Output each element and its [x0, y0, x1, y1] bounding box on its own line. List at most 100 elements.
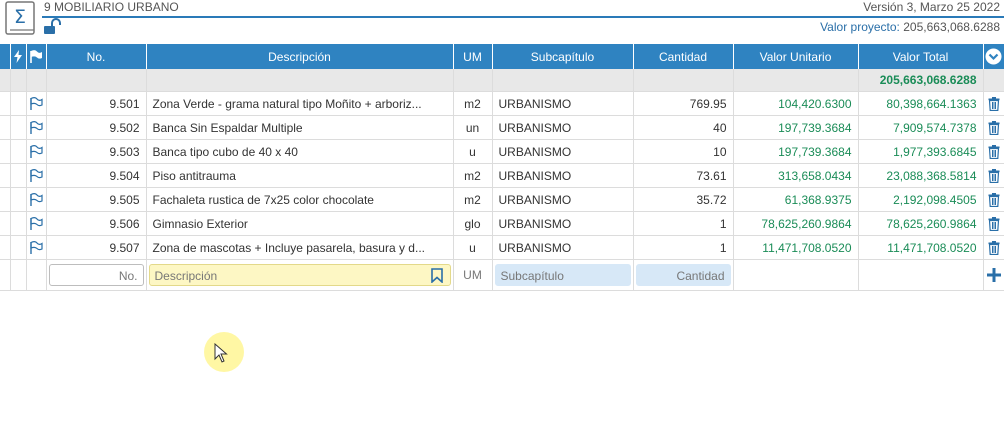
row-cantidad[interactable]: 769.95 — [633, 91, 734, 116]
table-row[interactable]: 9.502 Banca Sin Espaldar Multiple un URBANI… — [0, 115, 1004, 140]
trash-icon[interactable] — [983, 187, 1004, 212]
row-status-cell — [10, 91, 27, 116]
table-row[interactable]: 9.506 Gimnasio Exterior glo URBANISMO 1 78,62… — [0, 211, 1004, 236]
flag-icon[interactable] — [26, 235, 47, 260]
row-selector[interactable] — [0, 139, 11, 164]
row-cantidad[interactable]: 10 — [633, 139, 734, 164]
row-um[interactable]: un — [453, 115, 493, 140]
row-subcapitulo[interactable]: URBANISMO — [492, 235, 634, 260]
new-descripcion-placeholder: Descripción — [154, 269, 218, 283]
row-status-cell — [10, 139, 27, 164]
row-um[interactable]: u — [453, 235, 493, 260]
flag-icon[interactable] — [26, 44, 47, 69]
col-header-descripcion[interactable]: Descripción — [146, 44, 454, 69]
row-no[interactable]: 9.504 — [46, 163, 147, 188]
row-um[interactable]: m2 — [453, 187, 493, 212]
row-selector[interactable] — [0, 91, 11, 116]
col-header-um[interactable]: UM — [453, 44, 493, 69]
trash-icon[interactable] — [983, 91, 1004, 116]
row-no[interactable]: 9.501 — [46, 91, 147, 116]
row-valor-unitario[interactable]: 313,658.0434 — [733, 163, 859, 188]
row-selector[interactable] — [0, 211, 11, 236]
row-subcapitulo[interactable]: URBANISMO — [492, 91, 634, 116]
row-valor-unitario[interactable]: 104,420.6300 — [733, 91, 859, 116]
row-um[interactable]: m2 — [453, 163, 493, 188]
col-header-valor-unitario[interactable]: Valor Unitario — [733, 44, 859, 69]
row-descripcion[interactable]: Piso antitrauma — [146, 163, 454, 188]
row-descripcion[interactable]: Banca tipo cubo de 40 x 40 — [146, 139, 454, 164]
row-valor-total: 2,192,098.4505 — [858, 187, 984, 212]
flag-icon[interactable] — [26, 115, 47, 140]
lightning-icon[interactable] — [10, 44, 27, 69]
row-valor-unitario[interactable]: 61,368.9375 — [733, 187, 859, 212]
row-valor-unitario[interactable]: 197,739.3684 — [733, 139, 859, 164]
new-um-input[interactable]: UM — [453, 259, 493, 291]
row-descripcion[interactable]: Gimnasio Exterior — [146, 211, 454, 236]
row-cantidad[interactable]: 1 — [633, 211, 734, 236]
row-cantidad[interactable]: 35.72 — [633, 187, 734, 212]
flag-icon[interactable] — [26, 163, 47, 188]
new-cantidad-input[interactable]: Cantidad — [635, 264, 731, 286]
chevron-down-circle-icon[interactable] — [983, 44, 1004, 69]
flag-icon[interactable] — [26, 139, 47, 164]
table-row[interactable]: 9.501 Zona Verde - grama natural tipo Moñ… — [0, 91, 1004, 116]
trash-icon[interactable] — [983, 211, 1004, 236]
row-selector[interactable] — [0, 163, 11, 188]
col-header-valor-total[interactable]: Valor Total — [858, 44, 984, 69]
col-header-cantidad[interactable]: Cantidad — [633, 44, 734, 69]
header-divider — [42, 16, 1004, 18]
row-um[interactable]: m2 — [453, 91, 493, 116]
row-subcapitulo[interactable]: URBANISMO — [492, 211, 634, 236]
row-no[interactable]: 9.502 — [46, 115, 147, 140]
row-subcapitulo[interactable]: URBANISMO — [492, 187, 634, 212]
trash-icon[interactable] — [983, 235, 1004, 260]
row-um[interactable]: glo — [453, 211, 493, 236]
bookmark-icon[interactable] — [430, 268, 443, 283]
flag-icon[interactable] — [26, 211, 47, 236]
table-header-row: No. Descripción UM Subcapítulo Cantidad … — [0, 44, 1004, 69]
row-selector[interactable] — [0, 187, 11, 212]
table-row[interactable]: 9.503 Banca tipo cubo de 40 x 40 u URBANISM… — [0, 139, 1004, 164]
row-um[interactable]: u — [453, 139, 493, 164]
col-header-no[interactable]: No. — [46, 44, 147, 69]
trash-icon[interactable] — [983, 115, 1004, 140]
row-cantidad[interactable]: 73.61 — [633, 163, 734, 188]
row-descripcion[interactable]: Banca Sin Espaldar Multiple — [146, 115, 454, 140]
trash-icon[interactable] — [983, 163, 1004, 188]
row-selector[interactable] — [0, 235, 11, 260]
table-row[interactable]: 9.505 Fachaleta rustica de 7x25 color cho… — [0, 187, 1004, 212]
flag-icon[interactable] — [26, 187, 47, 212]
table-row[interactable]: 9.504 Piso antitrauma m2 URBANISMO 73.61 313,… — [0, 163, 1004, 188]
row-cantidad[interactable]: 40 — [633, 115, 734, 140]
row-valor-unitario[interactable]: 197,739.3684 — [733, 115, 859, 140]
unlock-icon[interactable] — [43, 18, 63, 35]
row-subcapitulo[interactable]: URBANISMO — [492, 163, 634, 188]
row-valor-unitario[interactable]: 78,625,260.9864 — [733, 211, 859, 236]
new-descripcion-input[interactable]: Descripción — [148, 264, 451, 286]
row-cantidad[interactable]: 1 — [633, 235, 734, 260]
row-descripcion[interactable]: Zona Verde - grama natural tipo Moñito +… — [146, 91, 454, 116]
row-selector[interactable] — [0, 115, 11, 140]
row-subcapitulo[interactable]: URBANISMO — [492, 115, 634, 140]
row-no[interactable]: 9.507 — [46, 235, 147, 260]
row-descripcion[interactable]: Fachaleta rustica de 7x25 color chocolat… — [146, 187, 454, 212]
new-subcapitulo-input[interactable]: Subcapítulo — [494, 264, 631, 286]
row-descripcion[interactable]: Zona de mascotas + Incluye pasarela, bas… — [146, 235, 454, 260]
row-valor-total: 7,909,574.7378 — [858, 115, 984, 140]
col-header-subcapitulo[interactable]: Subcapítulo — [492, 44, 634, 69]
row-subcapitulo[interactable]: URBANISMO — [492, 139, 634, 164]
new-no-input[interactable]: No. — [48, 264, 144, 286]
total-row: 205,663,068.6288 — [0, 69, 1004, 92]
row-no[interactable]: 9.505 — [46, 187, 147, 212]
trash-icon[interactable] — [983, 139, 1004, 164]
table-row[interactable]: 9.507 Zona de mascotas + Incluye pasarela… — [0, 235, 1004, 260]
row-status-cell — [10, 187, 27, 212]
flag-icon[interactable] — [26, 91, 47, 116]
row-valor-unitario[interactable]: 11,471,708.0520 — [733, 235, 859, 260]
row-no[interactable]: 9.506 — [46, 211, 147, 236]
grand-total: 205,663,068.6288 — [858, 69, 984, 92]
sigma-book-icon: Σ — [5, 1, 35, 35]
project-value-amount: 205,663,068.6288 — [903, 20, 1000, 34]
plus-icon[interactable] — [983, 259, 1004, 291]
row-no[interactable]: 9.503 — [46, 139, 147, 164]
